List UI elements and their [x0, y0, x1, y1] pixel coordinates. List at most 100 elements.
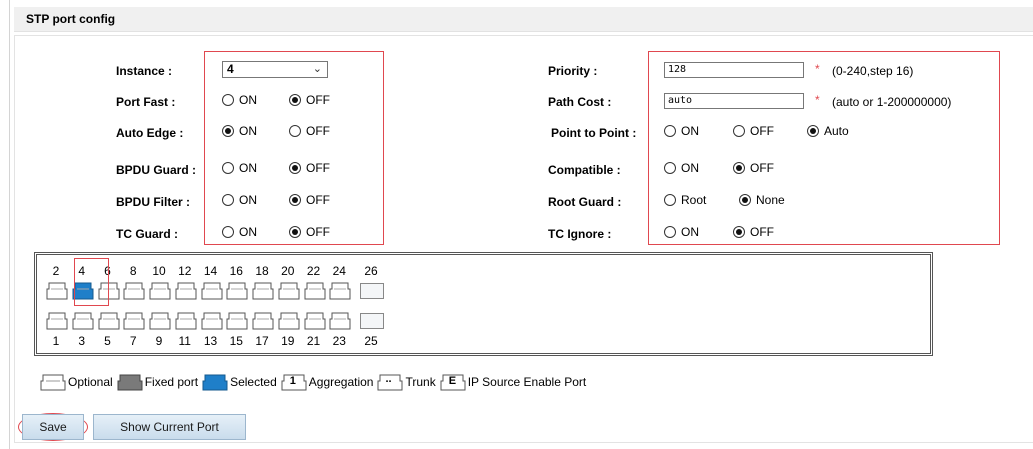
port-23[interactable]: [329, 312, 351, 330]
port-number-12: 12: [178, 264, 192, 278]
legend-trunk: .. Trunk: [377, 373, 436, 391]
port-fast-on-radio[interactable]: ON: [222, 93, 257, 107]
port-number-1: 1: [52, 334, 60, 348]
port-2[interactable]: [46, 282, 68, 300]
port-number-5: 5: [104, 334, 111, 348]
port-25[interactable]: [360, 313, 384, 329]
port-20[interactable]: [278, 282, 300, 300]
legend-optional: Optional: [40, 373, 113, 391]
port-5[interactable]: [98, 312, 120, 330]
path-cost-label: Path Cost :: [548, 95, 612, 109]
tc-ignore-off-radio[interactable]: OFF: [733, 225, 774, 239]
port-number-10: 10: [152, 264, 166, 278]
port-number-17: 17: [255, 334, 269, 348]
instance-value: 4: [227, 62, 234, 76]
port-number-26: 26: [364, 264, 378, 278]
auto-edge-label: Auto Edge :: [116, 126, 184, 140]
port-number-8: 8: [129, 264, 137, 278]
port-number-23: 23: [332, 334, 346, 348]
bpdu-filter-label: BPDU Filter :: [116, 195, 191, 209]
root-guard-none-radio[interactable]: None: [739, 193, 785, 207]
optional-port-icon: [40, 374, 66, 391]
port-12[interactable]: [175, 282, 197, 300]
bpdu-guard-off-radio[interactable]: OFF: [289, 161, 330, 175]
port-1[interactable]: [46, 312, 68, 330]
port-number-14: 14: [203, 264, 218, 278]
port-number-16: 16: [229, 264, 243, 278]
priority-label: Priority :: [548, 64, 598, 78]
bpdu-guard-on-radio[interactable]: ON: [222, 161, 257, 175]
auto-edge-on-radio[interactable]: ON: [222, 124, 257, 138]
compatible-off-radio[interactable]: OFF: [733, 161, 774, 175]
path-cost-input[interactable]: auto: [664, 93, 804, 109]
tc-guard-label: TC Guard :: [116, 227, 178, 241]
port-26[interactable]: [360, 283, 384, 299]
port-13[interactable]: [201, 312, 223, 330]
port-19[interactable]: [278, 312, 300, 330]
point-to-point-label: Point to Point :: [551, 126, 637, 140]
port-fast-off-radio[interactable]: OFF: [289, 93, 330, 107]
port-number-3: 3: [78, 334, 86, 348]
p2p-off-radio[interactable]: OFF: [733, 124, 774, 138]
port-fast-label: Port Fast :: [116, 95, 176, 109]
port-number-21: 21: [306, 334, 321, 348]
port-10[interactable]: [149, 282, 171, 300]
tc-ignore-on-radio[interactable]: ON: [664, 225, 699, 239]
port-number-2: 2: [52, 264, 60, 278]
legend-ip-source: E IP Source Enable Port: [440, 373, 586, 391]
right-highlight-box: [648, 51, 1000, 245]
instance-select[interactable]: 4 ⌄: [222, 61, 328, 78]
selected-port-icon: [202, 374, 228, 391]
port-18[interactable]: [252, 282, 274, 300]
page-title: STP port config: [26, 12, 116, 26]
port-9[interactable]: [149, 312, 171, 330]
port-22[interactable]: [304, 282, 326, 300]
port-21[interactable]: [304, 312, 326, 330]
compatible-on-radio[interactable]: ON: [664, 161, 699, 175]
port-8[interactable]: [123, 282, 145, 300]
port-number-20: 20: [281, 264, 295, 278]
left-highlight-box: [204, 51, 384, 245]
fixed-port-icon: [117, 374, 143, 391]
port-24[interactable]: [329, 282, 351, 300]
tc-guard-off-radio[interactable]: OFF: [289, 225, 330, 239]
root-guard-root-radio[interactable]: Root: [664, 193, 706, 207]
section-header: STP port config: [14, 7, 1033, 32]
p2p-on-radio[interactable]: ON: [664, 124, 699, 138]
port-11[interactable]: [175, 312, 197, 330]
compatible-label: Compatible :: [548, 163, 621, 177]
port-3[interactable]: [72, 312, 94, 330]
bpdu-guard-label: BPDU Guard :: [116, 163, 197, 177]
port-number-25: 25: [364, 334, 378, 348]
port-17[interactable]: [252, 312, 274, 330]
instance-label: Instance :: [116, 64, 173, 78]
port-number-24: 24: [332, 264, 346, 278]
path-cost-hint: (auto or 1-200000000): [832, 95, 952, 109]
port-number-7: 7: [129, 334, 137, 348]
bpdu-filter-off-radio[interactable]: OFF: [289, 193, 330, 207]
p2p-auto-radio[interactable]: Auto: [807, 124, 849, 138]
port-7[interactable]: [123, 312, 145, 330]
save-button[interactable]: Save: [22, 414, 84, 440]
priority-input[interactable]: 128: [664, 62, 804, 78]
port-16[interactable]: [226, 282, 248, 300]
show-current-port-button[interactable]: Show Current Port: [93, 414, 246, 440]
priority-required-mark: *: [815, 62, 820, 76]
port-number-11: 11: [178, 334, 191, 348]
bpdu-filter-on-radio[interactable]: ON: [222, 193, 257, 207]
priority-hint: (0-240,step 16): [832, 64, 914, 78]
path-cost-required-mark: *: [815, 93, 820, 107]
auto-edge-off-radio[interactable]: OFF: [289, 124, 330, 138]
port-number-19: 19: [281, 334, 295, 348]
legend-fixed-port: Fixed port: [117, 373, 198, 391]
legend-aggregation: 1 Aggregation: [281, 373, 373, 391]
left-divider: [9, 0, 10, 449]
legend-selected: Selected: [202, 373, 277, 391]
port-14[interactable]: [201, 282, 223, 300]
root-guard-label: Root Guard :: [548, 195, 622, 209]
port-number-13: 13: [203, 334, 218, 348]
port-number-22: 22: [306, 264, 321, 278]
tc-ignore-label: TC Ignore :: [548, 227, 612, 241]
port-15[interactable]: [226, 312, 248, 330]
tc-guard-on-radio[interactable]: ON: [222, 225, 257, 239]
